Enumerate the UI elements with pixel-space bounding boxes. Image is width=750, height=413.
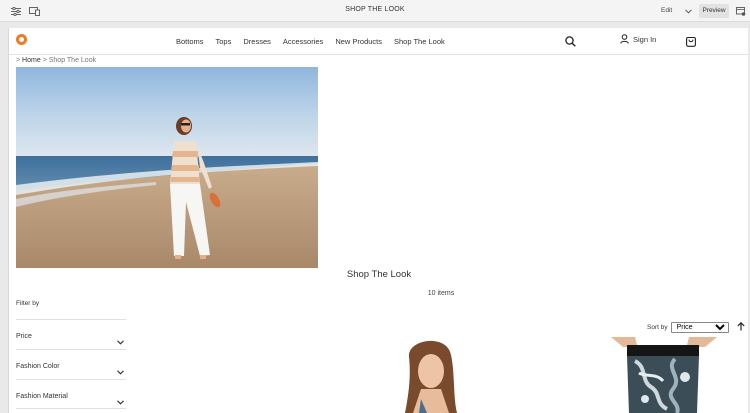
facet-label: Fashion Color <box>16 363 60 370</box>
breadcrumb-current: Shop The Look <box>48 57 97 64</box>
site-header: Bottoms Tops Dresses Accessories New Pro… <box>9 28 748 55</box>
nav-item-accessories[interactable]: Accessories <box>283 37 323 46</box>
sort-label: Sort by <box>647 323 668 331</box>
chevron-down-icon <box>117 362 124 380</box>
hero-banner-image <box>16 67 318 268</box>
breadcrumb-separator: > <box>42 57 47 64</box>
product-tile-image[interactable] <box>605 337 723 413</box>
nav-item-bottoms[interactable]: Bottoms <box>176 37 204 46</box>
editor-page-title: SHOP THE LOOK <box>345 6 405 13</box>
breadcrumb-home-link[interactable]: Home <box>22 57 41 64</box>
editor-toolbar: SHOP THE LOOK Edit Preview <box>0 0 750 22</box>
facet-fashion-color[interactable]: Fashion Color <box>16 349 126 379</box>
edit-mode-button[interactable]: Edit <box>661 7 672 14</box>
nav-item-shop-the-look[interactable]: Shop The Look <box>394 37 445 46</box>
nav-item-dresses[interactable]: Dresses <box>243 37 271 46</box>
site-preview-frame: Bottoms Tops Dresses Accessories New Pro… <box>8 28 748 413</box>
brand-logo[interactable] <box>16 34 27 45</box>
search-icon[interactable] <box>565 34 576 52</box>
facet-fashion-material[interactable]: Fashion Material <box>16 379 126 409</box>
facet-divider <box>16 408 126 412</box>
nav-item-new-products[interactable]: New Products <box>335 37 382 46</box>
user-icon <box>620 34 629 44</box>
product-tile-image[interactable] <box>369 337 493 413</box>
nav-item-tops[interactable]: Tops <box>216 37 232 46</box>
sort-control: Sort by Price <box>647 318 745 336</box>
sort-select[interactable]: Price <box>670 321 729 333</box>
sign-in-label: Sign In <box>633 34 657 44</box>
page-title: Shop The Look <box>346 269 412 280</box>
facet-label: Fashion Material <box>16 393 68 400</box>
preview-button[interactable]: Preview <box>699 4 729 18</box>
chevron-down-icon[interactable] <box>682 5 694 17</box>
sign-in-link[interactable]: Sign In <box>620 34 656 44</box>
publish-settings-icon[interactable] <box>735 5 747 17</box>
filter-heading: Filter by <box>16 300 40 307</box>
chevron-down-icon <box>117 332 124 350</box>
facet-label: Price <box>16 333 32 340</box>
facet-price[interactable]: Price <box>16 319 126 349</box>
breadcrumb-prefix: > <box>16 57 21 64</box>
sort-direction-arrow-icon[interactable] <box>736 318 745 336</box>
items-count: 10 items <box>427 290 455 297</box>
cart-icon[interactable] <box>686 34 696 52</box>
main-nav: Bottoms Tops Dresses Accessories New Pro… <box>176 37 457 46</box>
breadcrumb: > Home > Shop The Look <box>16 57 96 64</box>
